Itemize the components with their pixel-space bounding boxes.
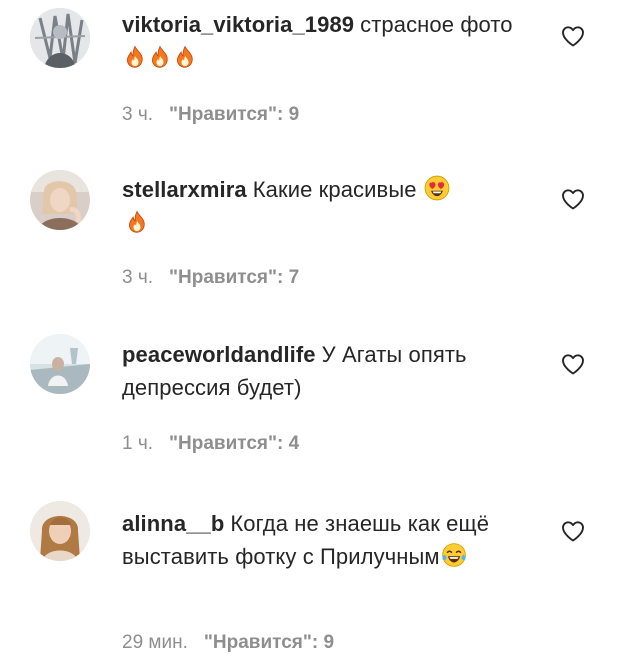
comment-message: Какие красивые — [252, 177, 417, 202]
comment-meta: 3 ч. "Нравится": 9 — [122, 104, 299, 126]
comment-meta: 3 ч. "Нравится": 7 — [122, 267, 299, 289]
fire-emoji — [123, 45, 147, 69]
avatar[interactable] — [30, 501, 90, 561]
fire-emoji — [125, 210, 149, 234]
comment-likes[interactable]: "Нравится": 9 — [169, 104, 299, 125]
comment-text: viktoria_viktoria_1989 страсное фото — [122, 8, 522, 74]
comment-text: peaceworldandlife У Агаты опять депрессия… — [122, 338, 522, 404]
comment-likes[interactable]: "Нравится": 9 — [204, 632, 334, 653]
comment-time: 29 мин. — [122, 632, 188, 653]
tears-of-joy-emoji — [441, 542, 467, 568]
comment-message: страсное фото — [360, 12, 513, 37]
avatar[interactable] — [30, 170, 90, 230]
comment-meta: 29 мин. "Нравится": 9 — [122, 632, 334, 654]
comment-time: 3 ч. — [122, 267, 154, 288]
comment-username[interactable]: alinna__b — [122, 511, 224, 536]
comment-time: 3 ч. — [122, 104, 154, 125]
avatar[interactable] — [30, 8, 90, 68]
comment-text: alinna__b Когда не знаешь как ещё выстави… — [122, 507, 522, 573]
comment-username[interactable]: stellarxmira — [122, 177, 247, 202]
comment-likes[interactable]: "Нравится": 7 — [169, 267, 299, 288]
like-heart-icon[interactable] — [561, 520, 585, 542]
comment-username[interactable]: viktoria_viktoria_1989 — [122, 12, 354, 37]
comment-username[interactable]: peaceworldandlife — [122, 342, 316, 367]
comment-meta: 1 ч. "Нравится": 4 — [122, 433, 299, 455]
fire-emoji — [148, 45, 172, 69]
like-heart-icon[interactable] — [561, 25, 585, 47]
fire-emoji — [173, 45, 197, 69]
comment-text: stellarxmira Какие красивые — [122, 173, 522, 239]
comment-time: 1 ч. — [122, 433, 154, 454]
comment-likes[interactable]: "Нравится": 4 — [169, 433, 299, 454]
like-heart-icon[interactable] — [561, 188, 585, 210]
like-heart-icon[interactable] — [561, 353, 585, 375]
avatar[interactable] — [30, 334, 90, 394]
heart-eyes-emoji — [424, 175, 450, 201]
